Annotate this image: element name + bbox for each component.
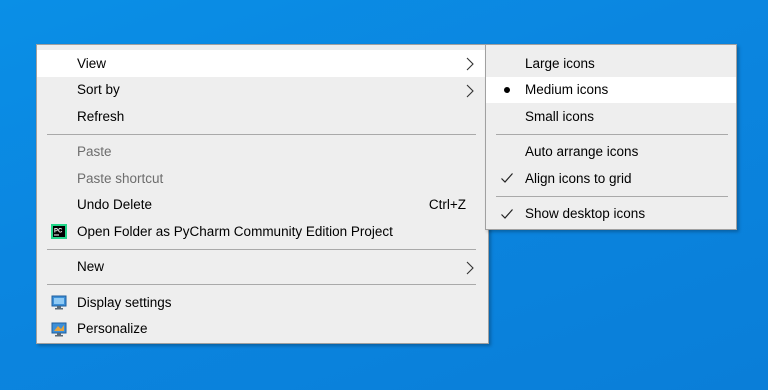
personalize-icon — [51, 322, 67, 336]
menu-item-label: Paste shortcut — [77, 170, 164, 186]
submenu-item-auto-arrange-icons[interactable]: Auto arrange icons — [486, 139, 736, 166]
submenu-item-label: Large icons — [525, 55, 595, 71]
checkmark-icon — [501, 208, 513, 219]
chevron-right-icon — [466, 261, 474, 274]
submenu-item-label: Align icons to grid — [525, 170, 632, 186]
checkmark-icon — [501, 173, 513, 183]
menu-item-label: Paste — [77, 144, 112, 160]
submenu-item-label: Small icons — [525, 108, 595, 124]
menu-item-sort-by[interactable]: Sort by — [37, 77, 488, 104]
submenu-item-medium-icons[interactable]: Medium icons — [486, 76, 736, 103]
desktop-context-menu: View Sort by Refresh Paste Paste shortcu… — [36, 44, 489, 344]
menu-item-label: Display settings — [77, 294, 172, 310]
menu-item-paste-shortcut: Paste shortcut — [37, 165, 488, 192]
chevron-right-icon — [466, 57, 474, 71]
menu-item-refresh[interactable]: Refresh — [37, 103, 488, 130]
submenu-item-show-desktop-icons[interactable]: Show desktop icons — [486, 201, 736, 228]
chevron-right-icon — [466, 84, 474, 97]
menu-separator — [47, 133, 476, 135]
menu-separator — [496, 133, 728, 135]
view-submenu: Large icons Medium icons Small icons Aut… — [485, 44, 737, 230]
menu-item-undo-delete[interactable]: Undo Delete Ctrl+Z — [37, 192, 488, 219]
menu-separator — [47, 284, 476, 285]
menu-item-open-folder-pycharm[interactable]: PC Open Folder as PyCharm Community Edit… — [37, 218, 488, 245]
menu-item-label: Personalize — [77, 321, 148, 337]
submenu-item-align-icons-to-grid[interactable]: Align icons to grid — [486, 165, 736, 192]
menu-item-personalize[interactable]: Personalize — [37, 316, 488, 343]
submenu-item-label: Show desktop icons — [525, 206, 646, 222]
display-settings-icon — [51, 295, 67, 310]
submenu-item-small-icons[interactable]: Small icons — [486, 103, 736, 130]
menu-item-label: New — [77, 259, 105, 275]
svg-text:PC: PC — [54, 229, 63, 235]
menu-separator — [496, 195, 728, 197]
submenu-item-label: Auto arrange icons — [525, 144, 639, 160]
menu-item-paste: Paste — [37, 139, 488, 166]
menu-item-label: View — [77, 55, 107, 71]
submenu-item-large-icons[interactable]: Large icons — [486, 50, 736, 77]
menu-separator — [47, 248, 476, 250]
radio-bullet-icon — [504, 86, 510, 93]
menu-item-label: Open Folder as PyCharm Community Edition… — [77, 223, 393, 239]
menu-item-label: Sort by — [77, 82, 120, 98]
submenu-item-label: Medium icons — [525, 82, 609, 98]
pycharm-icon: PC — [51, 224, 67, 239]
menu-item-view[interactable]: View — [37, 50, 488, 77]
menu-item-new[interactable]: New — [37, 254, 488, 281]
menu-item-label: Undo Delete — [77, 197, 153, 213]
menu-item-display-settings[interactable]: Display settings — [37, 289, 488, 316]
menu-item-shortcut: Ctrl+Z — [428, 197, 466, 213]
menu-item-label: Refresh — [77, 108, 125, 124]
